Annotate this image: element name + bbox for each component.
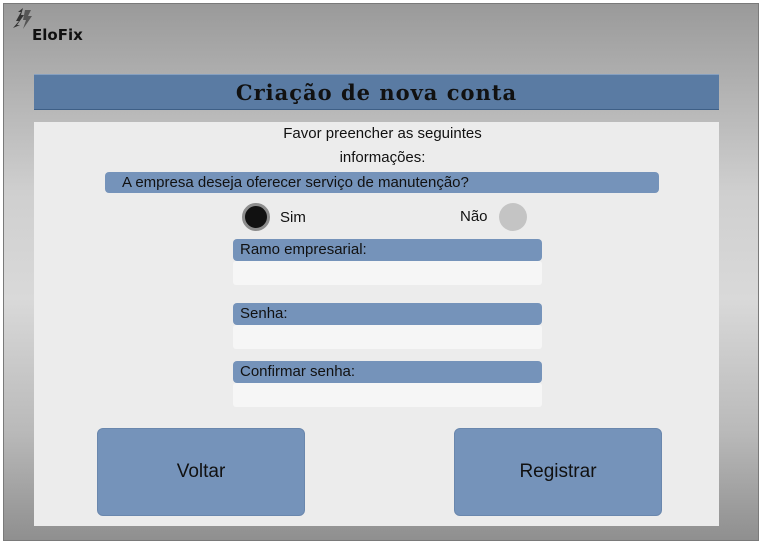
form-panel: Favor preencher as seguintes informações…: [34, 122, 719, 526]
radio-nao[interactable]: [499, 203, 527, 231]
register-button[interactable]: Registrar: [454, 428, 662, 516]
confirm-password-label: Confirmar senha:: [233, 361, 542, 383]
password-input[interactable]: [233, 325, 542, 349]
business-branch-input[interactable]: [233, 261, 542, 285]
intro-line-2: informações:: [339, 149, 426, 166]
page-title: Criação de nova conta: [235, 79, 518, 105]
business-branch-label: Ramo empresarial:: [233, 239, 542, 261]
lightning-bolt-icon: [13, 8, 32, 29]
back-button[interactable]: Voltar: [97, 428, 305, 516]
brand-name: EloFix: [32, 26, 83, 44]
radio-sim-label: Sim: [280, 209, 306, 226]
form-intro: Favor preencher as seguintes informações…: [34, 122, 731, 170]
radio-sim[interactable]: [242, 203, 270, 231]
radio-nao-label: Não: [460, 208, 488, 225]
app-window: EloFix Criação de nova conta Favor preen…: [3, 3, 759, 541]
maintenance-question: A empresa deseja oferecer serviço de man…: [105, 172, 659, 193]
password-label: Senha:: [233, 303, 542, 325]
title-bar: Criação de nova conta: [34, 74, 719, 110]
confirm-password-input[interactable]: [233, 383, 542, 407]
intro-line-1: Favor preencher as seguintes: [283, 125, 482, 142]
